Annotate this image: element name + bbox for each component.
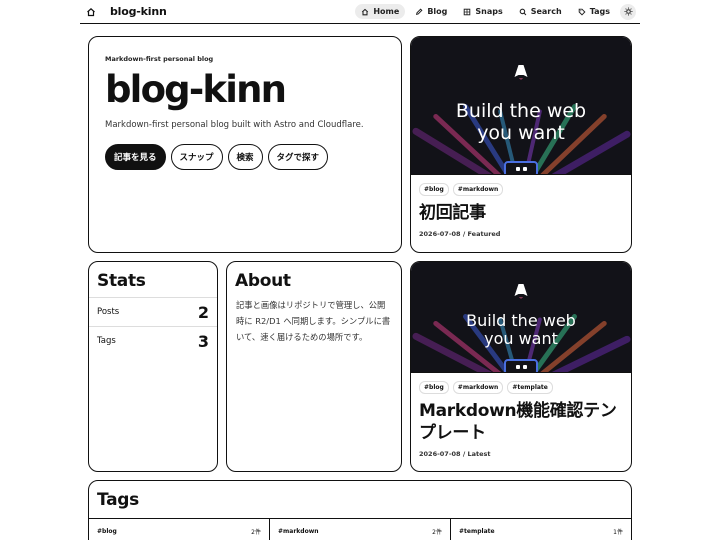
stat-value: 2 bbox=[197, 302, 209, 322]
tags-title: Tags bbox=[97, 490, 139, 510]
tag-chip[interactable]: #markdown bbox=[452, 183, 504, 196]
post-body: #blog #markdown #template Markdown機能確認テン… bbox=[411, 373, 631, 466]
post-title[interactable]: 初回記事 bbox=[419, 202, 623, 224]
site-name[interactable]: blog-kinn bbox=[110, 5, 167, 18]
tag-chip[interactable]: #markdown bbox=[452, 381, 504, 394]
post-meta: 2026-07-08 / Featured bbox=[419, 230, 623, 238]
hero-title: blog-kinn bbox=[105, 68, 287, 111]
pen-icon bbox=[416, 8, 423, 15]
thumbnail-line-2: you want bbox=[484, 329, 558, 348]
search-icon bbox=[519, 8, 527, 15]
thumbnail-headline: Build the web you want bbox=[411, 312, 631, 348]
tag-item[interactable]: #blog 2件 bbox=[89, 519, 270, 540]
tag-chip[interactable]: #blog bbox=[419, 381, 449, 394]
tag-count: 2件 bbox=[432, 528, 442, 536]
post-thumbnail: Build the web you want bbox=[411, 262, 631, 373]
astro-logo-icon bbox=[514, 65, 528, 80]
post-tags: #blog #markdown bbox=[419, 183, 623, 196]
stat-label: Tags bbox=[97, 336, 116, 346]
stat-row-posts: Posts 2 bbox=[89, 297, 217, 326]
about-text: 記事と画像はリポジトリで管理し、公開時に R2/D1 へ同期します。シンプルに書… bbox=[236, 300, 391, 342]
view-posts-button[interactable]: 記事を見る bbox=[105, 144, 166, 170]
stat-row-tags: Tags 3 bbox=[89, 326, 217, 355]
home-icon bbox=[362, 8, 369, 15]
post-label: Latest bbox=[467, 450, 491, 458]
tag-name: #blog bbox=[97, 527, 117, 535]
tag-item[interactable]: #markdown 2件 bbox=[270, 519, 451, 540]
nav-tags-label: Tags bbox=[589, 7, 610, 16]
home-icon[interactable] bbox=[86, 5, 100, 19]
nav-tags[interactable]: Tags bbox=[572, 4, 616, 19]
sun-icon bbox=[623, 7, 633, 16]
nav-blog[interactable]: Blog bbox=[409, 4, 453, 19]
nav-search-label: Search bbox=[530, 7, 562, 16]
nav-blog-label: Blog bbox=[427, 7, 448, 16]
post-meta: 2026-07-08 / Latest bbox=[419, 450, 623, 458]
stat-label: Posts bbox=[97, 307, 120, 317]
tag-count: 1件 bbox=[613, 528, 623, 536]
tag-chip[interactable]: #blog bbox=[419, 183, 449, 196]
snaps-button[interactable]: スナップ bbox=[170, 144, 223, 170]
post-body: #blog #markdown 初回記事 2026-07-08 / Featur… bbox=[411, 175, 631, 246]
stats-title: Stats bbox=[97, 271, 146, 291]
post-card-featured[interactable]: Build the web you want #blog #markdown 初… bbox=[410, 36, 632, 253]
grid-icon bbox=[464, 8, 471, 15]
mascot-icon bbox=[504, 161, 538, 174]
post-date: 2026-07-08 bbox=[419, 230, 461, 238]
hero-buttons: 記事を見る スナップ 検索 タグで探す bbox=[105, 144, 385, 170]
post-label: Featured bbox=[467, 230, 501, 238]
tag-name: #template bbox=[459, 527, 495, 535]
thumbnail-line-2: you want bbox=[477, 122, 565, 144]
thumbnail-line-1: Build the web bbox=[455, 100, 587, 122]
thumbnail-headline: Build the web you want bbox=[411, 100, 631, 144]
nav-search[interactable]: Search bbox=[513, 4, 568, 19]
thumbnail-line-1: Build the web bbox=[466, 311, 576, 330]
nav-snaps-label: Snaps bbox=[475, 7, 503, 16]
main-nav: Home Blog Snaps Search Tags bbox=[355, 3, 636, 20]
nav-snaps[interactable]: Snaps bbox=[457, 4, 508, 19]
about-card: About 記事と画像はリポジトリで管理し、公開時に R2/D1 へ同期します。… bbox=[226, 261, 402, 472]
stat-value: 3 bbox=[197, 331, 209, 351]
about-title: About bbox=[235, 271, 291, 291]
mascot-icon bbox=[504, 359, 538, 372]
nav-home[interactable]: Home bbox=[355, 4, 406, 19]
post-date: 2026-07-08 bbox=[419, 450, 461, 458]
stats-card: Stats Posts 2 Tags 3 bbox=[88, 261, 218, 472]
hero-description: Markdown-first personal blog built with … bbox=[105, 120, 364, 130]
theme-toggle-button[interactable] bbox=[620, 3, 636, 20]
tags-card: Tags #blog 2件 #markdown 2件 #template 1件 bbox=[88, 480, 632, 540]
tag-icon bbox=[578, 8, 586, 15]
post-thumbnail: Build the web you want bbox=[411, 37, 631, 175]
tag-name: #markdown bbox=[278, 527, 319, 535]
hero-kicker: Markdown-first personal blog bbox=[105, 55, 214, 63]
tags-grid: #blog 2件 #markdown 2件 #template 1件 bbox=[89, 518, 631, 540]
tag-item[interactable]: #template 1件 bbox=[451, 519, 631, 540]
nav-home-label: Home bbox=[373, 7, 400, 16]
hero-card: Markdown-first personal blog blog-kinn M… bbox=[88, 36, 402, 253]
post-tags: #blog #markdown #template bbox=[419, 381, 623, 394]
tag-count: 2件 bbox=[251, 528, 261, 536]
post-card-latest[interactable]: Build the web you want #blog #markdown #… bbox=[410, 261, 632, 472]
post-title[interactable]: Markdown機能確認テンプレート bbox=[419, 400, 623, 444]
astro-logo-icon bbox=[514, 284, 528, 299]
top-header: blog-kinn Home Blog Snaps Search Tags bbox=[80, 0, 640, 24]
search-button[interactable]: 検索 bbox=[227, 144, 263, 170]
tag-chip[interactable]: #template bbox=[507, 381, 553, 394]
page: blog-kinn Home Blog Snaps Search Tags Ma… bbox=[0, 0, 720, 540]
browse-tags-button[interactable]: タグで探す bbox=[267, 144, 329, 170]
